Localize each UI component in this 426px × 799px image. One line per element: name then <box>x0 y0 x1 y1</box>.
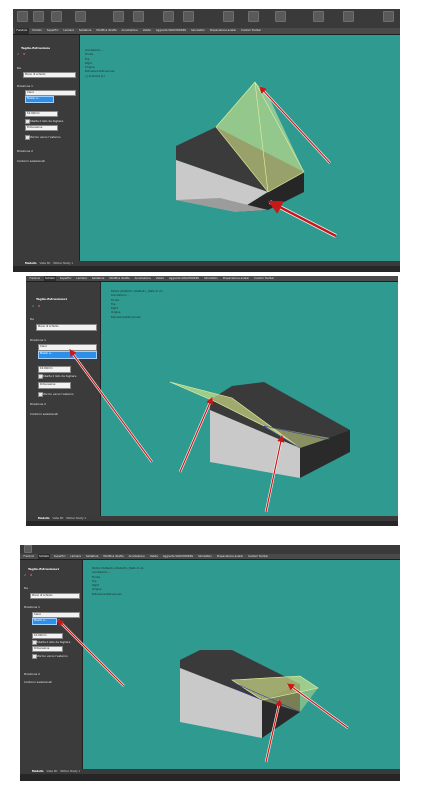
part-model-1[interactable] <box>176 81 305 212</box>
annotation-arrow <box>69 349 153 463</box>
annotation-arrow <box>267 200 337 238</box>
annotation-arrow <box>179 396 213 473</box>
annotation-arrow <box>57 619 125 687</box>
geometry-overlay <box>57 81 350 763</box>
part-model-3[interactable] <box>180 650 319 738</box>
